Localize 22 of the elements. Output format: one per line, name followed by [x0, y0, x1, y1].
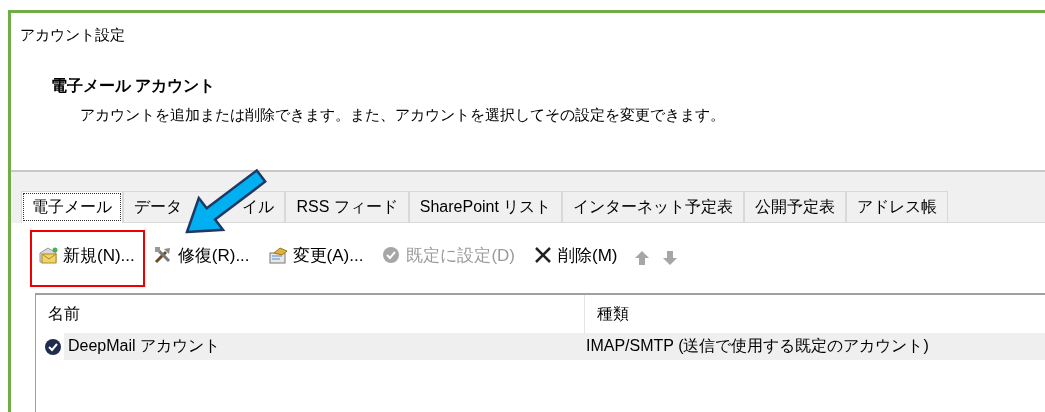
toolbar-button[interactable]: 変更(A)... [259, 229, 374, 287]
table-cell-text: IMAP/SMTP (送信で使用する既定のアカウント) [585, 336, 929, 356]
toolbar-button[interactable]: 削除(M) [525, 229, 628, 287]
account-row[interactable]: DeepMail アカウント IMAP/SMTP (送信で使用する既定のアカウント) [64, 333, 1045, 360]
card-icon [267, 245, 288, 265]
tools-icon [152, 245, 173, 265]
tab[interactable]: 電子メール [21, 191, 123, 223]
check-circle-icon [381, 245, 402, 265]
envelope-icon [38, 245, 58, 265]
toolbar-button[interactable]: 新規(N)... [30, 229, 145, 287]
toolbar-button[interactable]: 修復(R)... [144, 229, 260, 287]
tab[interactable]: RSS フィード [285, 191, 409, 222]
table-cell-text: DeepMail アカウント [67, 336, 222, 356]
tab[interactable]: 公開予定表 [744, 191, 847, 222]
tab[interactable]: インターネット予定表 [562, 191, 745, 222]
column-header[interactable]: 名前 [36, 303, 584, 325]
tab[interactable]: アドレス帳 [846, 191, 949, 222]
description-text: アカウントを追加または削除できます。また、アカウントを選択してその設定を変更できます。 [79, 105, 726, 125]
section-heading: 電子メール アカウント [50, 76, 217, 96]
tab[interactable]: SharePoint リスト [408, 191, 563, 222]
window-title: アカウント設定 [19, 25, 126, 45]
cross-icon [533, 245, 553, 265]
